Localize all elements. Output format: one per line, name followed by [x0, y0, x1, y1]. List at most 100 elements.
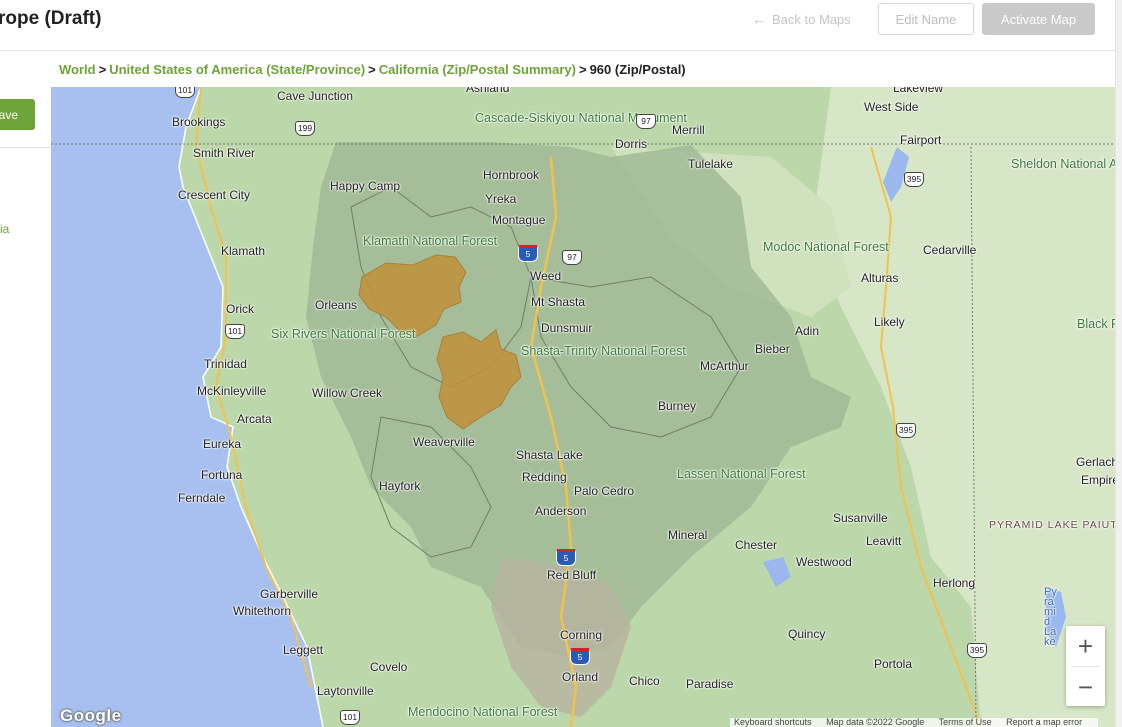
- town-label: Yreka: [485, 192, 517, 206]
- route-shield: 97: [562, 250, 582, 265]
- town-label: Tulelake: [688, 157, 733, 171]
- town-label: Lakeview: [893, 87, 944, 95]
- town-label: Bieber: [755, 342, 790, 356]
- town-label: Corning: [560, 628, 603, 642]
- town-label: Burney: [658, 399, 697, 413]
- park-label: Cascade-Siskiyou National Monument: [475, 111, 687, 125]
- town-label: Ashland: [466, 87, 510, 95]
- town-label: Leavitt: [866, 534, 902, 548]
- breadcrumb-california[interactable]: California (Zip/Postal Summary): [379, 62, 576, 77]
- town-label: Susanville: [833, 511, 888, 525]
- sidebar-link[interactable]: ia: [0, 222, 9, 236]
- town-label: Adin: [795, 324, 820, 338]
- back-to-maps-link[interactable]: ← Back to Maps: [752, 11, 851, 27]
- town-label: Westwood: [796, 555, 852, 569]
- breadcrumb-current: 960 (Zip/Postal): [589, 62, 686, 77]
- page-title: rope (Draft): [0, 8, 102, 29]
- interstate-shield: 5: [518, 245, 538, 262]
- town-label: Quincy: [788, 627, 826, 641]
- zoom-control: + −: [1066, 626, 1105, 706]
- left-panel: ave ia: [0, 51, 51, 727]
- scrollbar-track[interactable]: [1115, 0, 1122, 727]
- lake-label: Pyramid Lake: [1044, 586, 1057, 648]
- sidebar-divider: [0, 147, 51, 148]
- town-label: Red Bluff: [547, 568, 597, 582]
- park-label: Modoc National Forest: [763, 240, 889, 254]
- interstate-shield: 5: [570, 648, 590, 665]
- breadcrumb: World > United States of America (State/Pr…: [59, 62, 686, 77]
- town-label: Cave Junction: [277, 89, 354, 103]
- town-label: Klamath: [221, 244, 266, 258]
- town-label: Anderson: [535, 504, 587, 518]
- town-label: Fairport: [900, 133, 942, 147]
- report-error-link[interactable]: Report a map error: [1006, 718, 1082, 727]
- breadcrumb-world[interactable]: World: [59, 62, 96, 77]
- town-label: Paradise: [686, 677, 734, 691]
- breadcrumb-separator: >: [578, 62, 587, 77]
- town-label: Shasta Lake: [516, 448, 583, 462]
- town-label: McKinleyville: [197, 384, 267, 398]
- interstate-shield: 5: [556, 549, 576, 566]
- back-to-maps-label: Back to Maps: [772, 11, 851, 27]
- town-label: Likely: [874, 315, 905, 329]
- save-button[interactable]: ave: [0, 99, 35, 130]
- keyboard-shortcuts-link[interactable]: Keyboard shortcuts: [734, 718, 812, 727]
- route-shield: 101: [225, 324, 245, 339]
- park-label: Six Rivers National Forest: [271, 327, 416, 341]
- town-label: Ferndale: [178, 491, 226, 505]
- zoom-out-button[interactable]: −: [1066, 667, 1105, 707]
- park-label: Black Rock Desert Emigrant: [1077, 317, 1115, 331]
- town-label: Smith River: [193, 146, 256, 160]
- breadcrumb-usa[interactable]: United States of America (State/Province…: [109, 62, 365, 77]
- town-label: Covelo: [370, 660, 408, 674]
- town-label: Montague: [492, 213, 546, 227]
- town-label: Cedarville: [923, 243, 977, 257]
- town-label: Orland: [562, 670, 599, 684]
- town-label: Eureka: [203, 437, 242, 451]
- town-label: Orleans: [315, 298, 358, 312]
- activate-map-button[interactable]: Activate Map: [982, 3, 1095, 35]
- route-shield: 395: [896, 423, 916, 438]
- town-label: Dorris: [615, 137, 647, 151]
- town-label: Hornbrook: [483, 168, 540, 182]
- town-label: Fortuna: [201, 468, 243, 482]
- town-label: Chester: [735, 538, 778, 552]
- town-label: McArthur: [700, 359, 749, 373]
- town-label: Chico: [629, 674, 660, 688]
- town-label: Happy Camp: [330, 179, 401, 193]
- town-label: Hayfork: [379, 479, 421, 493]
- top-bar: rope (Draft) ← Back to Maps Edit Name Ac…: [0, 0, 1115, 51]
- google-logo: Google: [60, 706, 122, 725]
- town-label: Crescent City: [178, 188, 251, 202]
- town-label: Merrill: [672, 123, 705, 137]
- zoom-in-button[interactable]: +: [1066, 626, 1105, 666]
- route-shield: 101: [175, 87, 195, 98]
- town-label: Weed: [530, 269, 562, 283]
- town-label: Portola: [874, 657, 913, 671]
- town-label: Herlong: [933, 576, 976, 590]
- town-label: Redding: [522, 470, 567, 484]
- park-label: Klamath National Forest: [363, 234, 498, 248]
- town-label: Gerlach: [1076, 455, 1115, 469]
- town-label: Willow Creek: [312, 386, 383, 400]
- town-label: Orick: [226, 302, 254, 316]
- map-data-text: Map data ©2022 Google: [826, 718, 925, 727]
- town-label: Mineral: [668, 528, 708, 542]
- town-label: West Side: [864, 100, 919, 114]
- town-label: Weaverville: [413, 435, 475, 449]
- map-attribution: Keyboard shortcuts Map data ©2022 Google…: [730, 718, 1099, 727]
- route-shield: 199: [295, 121, 315, 136]
- town-label: Garberville: [260, 587, 319, 601]
- route-shield: 395: [967, 643, 987, 658]
- edit-name-button[interactable]: Edit Name: [878, 3, 974, 35]
- town-label: Mt Shasta: [531, 295, 586, 309]
- terms-link[interactable]: Terms of Use: [939, 718, 992, 727]
- map-view[interactable]: Cave Junction Brookings Smith River Cres…: [51, 87, 1115, 727]
- route-shield: 97: [636, 114, 656, 129]
- park-label: Mendocino National Forest: [408, 705, 558, 719]
- breadcrumb-separator: >: [98, 62, 107, 77]
- park-label: Lassen National Forest: [677, 467, 806, 481]
- town-label: Alturas: [861, 271, 899, 285]
- town-label: Dunsmuir: [541, 321, 593, 335]
- arrow-left-icon: ←: [752, 11, 766, 27]
